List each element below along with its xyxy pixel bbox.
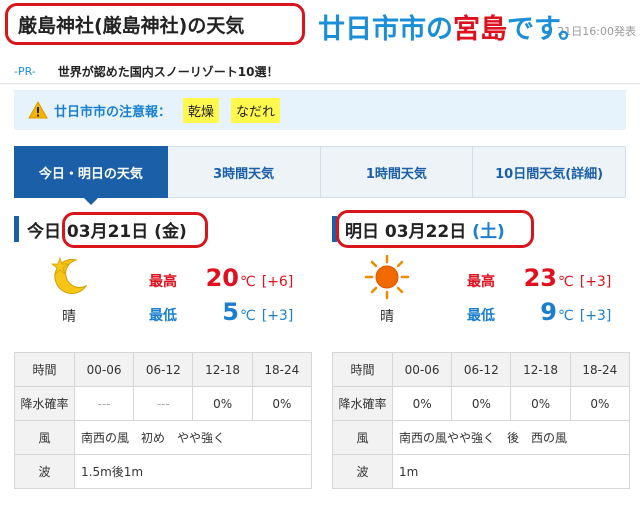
weather-page: 厳島神社(厳島神社)の天気 廿日市市の宮島です。 21日16:00発表 -PR-… <box>0 0 640 512</box>
time-cell: 12-18 <box>510 352 571 387</box>
unit: ℃ <box>240 274 256 290</box>
time-cell: 00-06 <box>73 352 135 387</box>
today-date-highlight <box>62 212 208 248</box>
table-row: 時間 00-06 06-12 12-18 18-24 <box>332 352 631 387</box>
warning-triangle-icon <box>28 101 48 119</box>
tomorrow-high-row: 最高 23 ℃ [+3] <box>467 264 627 298</box>
unit: ℃ <box>558 274 574 290</box>
table-row: 降水確率 --- --- 0% 0% <box>14 386 313 421</box>
time-header: 時間 <box>332 352 393 387</box>
today-high-diff: [+6] <box>261 274 294 290</box>
time-header: 時間 <box>14 352 75 387</box>
wind-header: 風 <box>14 420 75 455</box>
today-prefix: 今日 <box>27 221 61 242</box>
tomorrow-high-value: 23 <box>523 264 557 292</box>
wave-header: 波 <box>332 454 393 489</box>
today-high-row: 最高 20 ℃ [+6] <box>149 264 309 298</box>
pr-link[interactable]: 世界が認めた国内スノーリゾート10選！ <box>58 63 279 80</box>
table-row: 風 南西の風やや強く 後 西の風 <box>332 420 630 455</box>
page-title-highlight: 厳島神社(厳島神社)の天気 <box>5 3 305 45</box>
table-row: 波 1m <box>332 454 630 489</box>
wave-cell: 1.5m後1m <box>74 454 312 489</box>
tab-10day[interactable]: 10日間天気(詳細) <box>473 146 626 198</box>
page-title: 厳島神社(厳島神社)の天気 <box>18 14 245 37</box>
today-low-row: 最低 5 ℃ [+3] <box>149 298 309 332</box>
moon-star-icon <box>50 256 88 294</box>
tomorrow-condition: 晴 <box>380 309 394 325</box>
tomorrow-low-value: 9 <box>540 298 557 326</box>
today-condition: 晴 <box>62 309 76 325</box>
tab-1hour[interactable]: 1時間天気 <box>320 146 474 198</box>
rain-header: 降水確率 <box>332 386 393 421</box>
tab-3hour[interactable]: 3時間天気 <box>167 146 321 198</box>
rain-cell: 0% <box>510 386 571 421</box>
warning-chip-dry[interactable]: 乾燥 <box>183 97 220 123</box>
annotation-highlight: 宮島 <box>453 14 507 45</box>
high-label: 最高 <box>467 274 495 290</box>
tomorrow-forecast-table: 時間 00-06 06-12 12-18 18-24 降水確率 0% 0% 0%… <box>332 352 631 489</box>
today-high-value: 20 <box>205 264 239 292</box>
table-row: 降水確率 0% 0% 0% 0% <box>332 386 631 421</box>
unit: ℃ <box>558 308 574 324</box>
table-row: 風 南西の風 初め やや強く <box>14 420 312 455</box>
today-forecast-table: 時間 00-06 06-12 12-18 18-24 降水確率 --- --- … <box>14 352 313 489</box>
rain-cell: 0% <box>569 386 631 421</box>
rain-cell: 0% <box>391 386 453 421</box>
tomorrow-high-diff: [+3] <box>579 274 612 290</box>
tomorrow-heading: 明日 03月22日 (土) <box>332 210 630 248</box>
rain-cell: 0% <box>192 386 253 421</box>
annotation-caption: 廿日市市の宮島です。 <box>318 7 585 46</box>
today-panel: 今日 03月21日 (金) 晴 最高 20 ℃ [+6] 最低 5 ℃ [+3] <box>14 212 313 489</box>
tomorrow-temps: 最高 23 ℃ [+3] 最低 9 ℃ [+3] <box>467 264 627 332</box>
warning-box: 廿日市市の注意報： 乾燥 なだれ <box>14 90 626 130</box>
heading-bar <box>14 216 19 242</box>
tomorrow-icon-area: 晴 <box>352 254 422 326</box>
time-cell: 06-12 <box>451 352 512 387</box>
time-cell: 18-24 <box>569 352 631 387</box>
tomorrow-date-highlight <box>336 210 534 248</box>
today-low-value: 5 <box>222 298 239 326</box>
wind-header: 風 <box>332 420 393 455</box>
time-cell: 18-24 <box>251 352 313 387</box>
table-row: 波 1.5m後1m <box>14 454 312 489</box>
today-temps: 最高 20 ℃ [+6] 最低 5 ℃ [+3] <box>149 264 309 332</box>
forecast-tabs: 今日・明日の天気 3時間天気 1時間天気 10日間天気(詳細) <box>14 146 626 205</box>
rain-header: 降水確率 <box>14 386 75 421</box>
tab-today-tomorrow[interactable]: 今日・明日の天気 <box>14 146 168 205</box>
low-label: 最低 <box>467 308 495 324</box>
today-low-diff: [+3] <box>261 308 294 324</box>
warning-chip-avalanche[interactable]: なだれ <box>231 97 281 123</box>
time-cell: 06-12 <box>133 352 194 387</box>
rain-cell: --- <box>133 386 194 421</box>
warning-label: 廿日市市の注意報： <box>54 104 172 120</box>
today-icon-area: 晴 <box>34 254 104 326</box>
high-label: 最高 <box>149 274 177 290</box>
table-row: 時間 00-06 06-12 12-18 18-24 <box>14 352 313 387</box>
wind-cell: 南西の風やや強く 後 西の風 <box>392 420 630 455</box>
wind-cell: 南西の風 初め やや強く <box>74 420 312 455</box>
rain-cell: --- <box>73 386 135 421</box>
tomorrow-panel: 明日 03月22日 (土) 晴 最高 23 ℃ [+3] 最低 9 ℃ [+3]… <box>332 210 631 489</box>
pr-row: -PR- 世界が認めた国内スノーリゾート10選！ <box>0 60 640 84</box>
low-label: 最低 <box>149 308 177 324</box>
unit: ℃ <box>240 308 256 324</box>
tomorrow-low-row: 最低 9 ℃ [+3] <box>467 298 627 332</box>
today-heading: 今日 03月21日 (金) <box>14 212 312 248</box>
time-cell: 12-18 <box>192 352 253 387</box>
wave-cell: 1m <box>392 454 630 489</box>
rain-cell: 0% <box>451 386 512 421</box>
tomorrow-low-diff: [+3] <box>579 308 612 324</box>
wave-header: 波 <box>14 454 75 489</box>
sun-icon <box>364 254 410 300</box>
rain-cell: 0% <box>251 386 313 421</box>
time-cell: 00-06 <box>391 352 453 387</box>
pr-tag: -PR- <box>14 65 36 78</box>
annotation-text: 廿日市市の <box>318 14 453 45</box>
annotation-text-end: です。 <box>507 14 586 45</box>
